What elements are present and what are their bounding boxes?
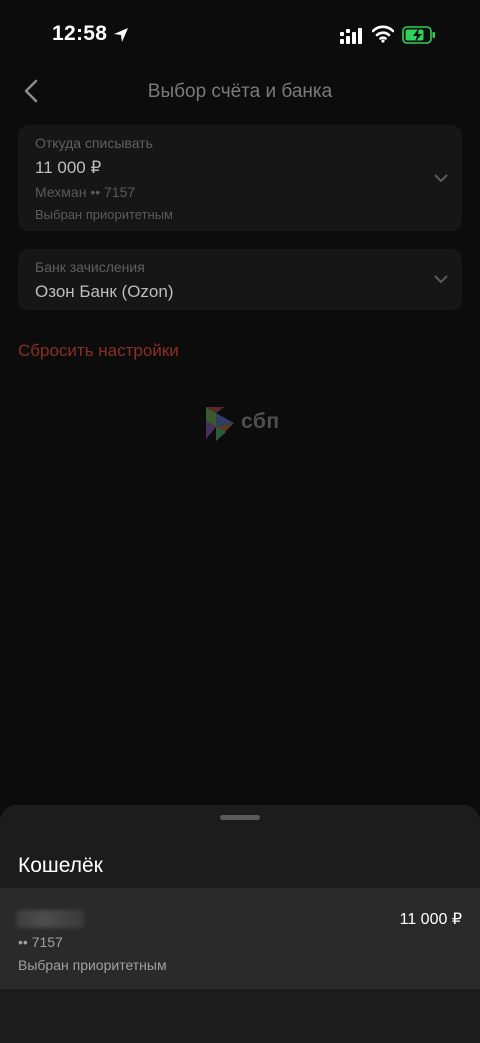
status-time: 12:58 [52,22,108,45]
wallet-account-amount: 11 000 ₽ [399,911,462,928]
source-account-selector[interactable]: Откуда списывать 11 000 ₽ Мехман •• 7157… [18,125,462,231]
battery-charging-icon [402,26,435,44]
receiving-bank-value: Озон Банк (Ozon) [35,282,174,301]
chevron-down-icon [434,275,448,283]
source-account-priority-note: Выбран приоритетным [35,207,173,222]
wifi-icon [372,25,394,43]
page-title: Выбор счёта и банка [147,81,333,102]
sbp-logo-icon [206,407,234,441]
wallet-bottom-sheet: Кошелёк 11 000 ₽ •• 7157 Выбран приорите… [0,805,480,1043]
source-account-amount: 11 000 ₽ [35,158,102,177]
cellular-signal-icon [340,28,362,44]
chevron-down-icon [434,174,448,182]
reset-settings-link[interactable]: Сбросить настройки [18,341,179,361]
wallet-account-number: •• 7157 [18,934,63,950]
sheet-grabber-handle[interactable] [220,815,260,820]
receiving-bank-label: Банк зачисления [35,259,145,275]
sheet-title: Кошелёк [18,854,103,877]
source-account-name: Мехман •• 7157 [35,184,136,200]
source-account-label: Откуда списывать [35,135,153,151]
wallet-account-option[interactable]: 11 000 ₽ •• 7157 Выбран приоритетным [0,888,480,989]
blurred-account-name [16,910,84,928]
sbp-logo-text: сбп [241,410,280,433]
receiving-bank-selector[interactable]: Банк зачисления Озон Банк (Ozon) [18,249,462,310]
wallet-account-priority-note: Выбран приоритетным [18,957,167,973]
status-bar: 12:58 [0,0,480,70]
location-arrow-icon [114,28,128,42]
